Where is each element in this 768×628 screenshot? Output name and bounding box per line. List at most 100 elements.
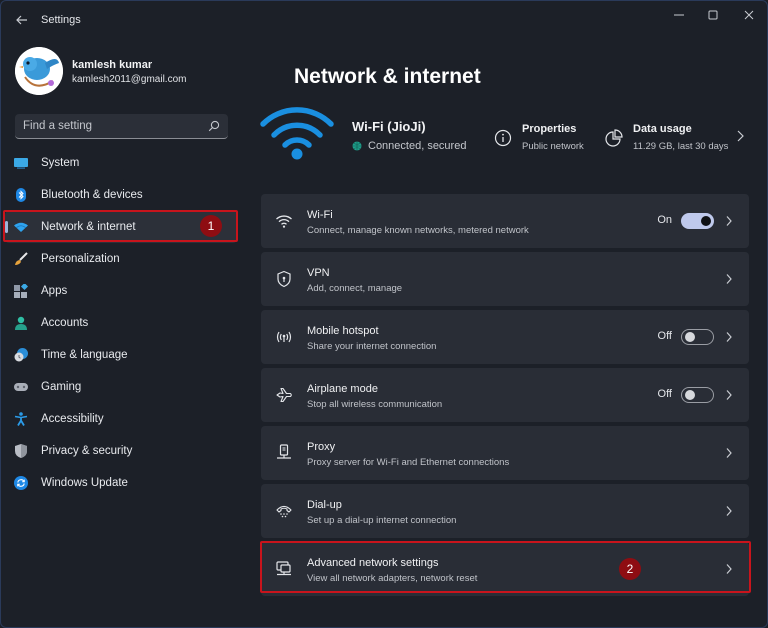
dialup-icon bbox=[276, 505, 292, 518]
wifi-toggle[interactable] bbox=[681, 213, 714, 229]
card-airplane-mode[interactable]: Airplane mode Stop all wireless communic… bbox=[261, 368, 749, 422]
card-subtitle: Set up a dial-up internet connection bbox=[307, 515, 457, 526]
card-vpn[interactable]: VPN Add, connect, manage bbox=[261, 252, 749, 306]
hotspot-icon bbox=[276, 331, 292, 343]
toggle-knob bbox=[685, 390, 695, 400]
sidebar-item-label: Accessibility bbox=[41, 413, 104, 425]
hotspot-toggle-label: Off bbox=[657, 330, 672, 342]
connection-status-text: Connected, secured bbox=[368, 140, 467, 152]
network-adapter-icon bbox=[276, 561, 291, 576]
back-arrow-icon bbox=[16, 15, 27, 25]
chevron-right-icon[interactable] bbox=[735, 129, 745, 143]
avatar[interactable] bbox=[15, 47, 63, 95]
card-subtitle: Add, connect, manage bbox=[307, 283, 403, 294]
sidebar-item-accessibility[interactable]: Accessibility bbox=[5, 403, 237, 435]
search-box bbox=[15, 114, 228, 139]
chevron-right-icon bbox=[726, 390, 732, 400]
card-advanced-network-settings[interactable]: Advanced network settings View all netwo… bbox=[261, 542, 749, 596]
chevron-right-icon bbox=[726, 448, 732, 458]
info-icon bbox=[494, 129, 512, 147]
proxy-icon bbox=[277, 444, 291, 459]
sidebar-item-label: Time & language bbox=[41, 349, 128, 361]
card-subtitle: Proxy server for Wi-Fi and Ethernet conn… bbox=[307, 457, 510, 468]
chevron-right-icon bbox=[726, 216, 732, 226]
card-title: Airplane mode bbox=[307, 383, 378, 395]
wifi-network-name: Wi-Fi (JioJi) bbox=[352, 119, 426, 134]
sidebar-nav: System Bluetooth & devices Network & int… bbox=[5, 147, 237, 499]
card-title: Advanced network settings bbox=[307, 557, 439, 569]
maximize-button[interactable] bbox=[695, 5, 731, 27]
wifi-icon bbox=[276, 215, 292, 228]
card-title: Mobile hotspot bbox=[307, 325, 379, 337]
scrollbar[interactable] bbox=[758, 181, 762, 601]
clock-globe-icon bbox=[14, 348, 28, 362]
sidebar-item-label: Accounts bbox=[41, 317, 89, 329]
card-dial-up[interactable]: Dial-up Set up a dial-up internet connec… bbox=[261, 484, 749, 538]
sidebar-item-accounts[interactable]: Accounts bbox=[5, 307, 237, 339]
properties-title: Properties bbox=[522, 123, 577, 135]
properties-link[interactable]: Properties Public network bbox=[494, 123, 584, 152]
card-subtitle: Stop all wireless communication bbox=[307, 399, 443, 410]
page-title: Network & internet bbox=[294, 65, 481, 88]
chevron-right-icon bbox=[726, 274, 732, 284]
card-proxy[interactable]: Proxy Proxy server for Wi-Fi and Etherne… bbox=[261, 426, 749, 480]
connection-status: Connected, secured bbox=[352, 140, 466, 152]
sidebar-item-gaming[interactable]: Gaming bbox=[5, 371, 237, 403]
toggle-knob bbox=[685, 332, 695, 342]
sidebar-item-privacy-security[interactable]: Privacy & security bbox=[5, 435, 237, 467]
search-icon[interactable] bbox=[208, 120, 220, 132]
annotation-badge-1: 1 bbox=[200, 215, 222, 237]
airplane-toggle[interactable] bbox=[681, 387, 714, 403]
sidebar-item-personalization[interactable]: Personalization bbox=[5, 243, 237, 275]
card-title: Proxy bbox=[307, 441, 336, 453]
sidebar-item-label: Network & internet bbox=[41, 221, 136, 233]
back-button[interactable] bbox=[11, 10, 33, 30]
sidebar-item-bluetooth[interactable]: Bluetooth & devices bbox=[5, 179, 237, 211]
airplane-toggle-label: Off bbox=[657, 388, 672, 400]
search-input[interactable] bbox=[23, 114, 203, 138]
title-bar: Settings bbox=[1, 1, 767, 41]
wifi-toggle-label: On bbox=[657, 214, 672, 226]
card-wifi[interactable]: Wi-Fi Connect, manage known networks, me… bbox=[261, 194, 749, 248]
sidebar-item-label: Bluetooth & devices bbox=[41, 189, 143, 201]
chevron-right-icon bbox=[726, 564, 732, 574]
sidebar-item-system[interactable]: System bbox=[5, 147, 237, 179]
wifi-icon bbox=[14, 220, 28, 234]
data-usage-subtitle: 11.29 GB, last 30 days bbox=[633, 141, 729, 152]
chevron-right-icon bbox=[726, 506, 732, 516]
data-usage-link[interactable]: Data usage 11.29 GB, last 30 days bbox=[605, 123, 728, 152]
apps-icon bbox=[14, 284, 28, 298]
sidebar-item-time-language[interactable]: Time & language bbox=[5, 339, 237, 371]
update-icon bbox=[14, 476, 28, 490]
card-mobile-hotspot[interactable]: Mobile hotspot Share your internet conne… bbox=[261, 310, 749, 364]
sidebar-item-apps[interactable]: Apps bbox=[5, 275, 237, 307]
system-icon bbox=[14, 156, 28, 170]
minimize-button[interactable] bbox=[661, 5, 697, 27]
person-icon bbox=[14, 316, 28, 330]
sidebar-item-label: Gaming bbox=[41, 381, 82, 393]
minimize-icon bbox=[674, 14, 684, 16]
properties-subtitle: Public network bbox=[522, 141, 584, 152]
gamepad-icon bbox=[14, 380, 28, 394]
sidebar-item-label: System bbox=[41, 157, 80, 169]
card-subtitle: Share your internet connection bbox=[307, 341, 437, 352]
shield-icon bbox=[14, 444, 28, 458]
globe-icon bbox=[352, 141, 362, 151]
settings-window: Settings kamlesh kumar kamlesh2011@gmail… bbox=[0, 0, 768, 628]
sidebar-item-windows-update[interactable]: Windows Update bbox=[5, 467, 237, 499]
accessibility-icon bbox=[14, 412, 28, 426]
card-subtitle: Connect, manage known networks, metered … bbox=[307, 225, 529, 236]
card-title: Wi-Fi bbox=[307, 209, 333, 221]
settings-list: Wi-Fi Connect, manage known networks, me… bbox=[261, 194, 749, 600]
airplane-icon bbox=[276, 387, 292, 403]
sidebar-item-label: Apps bbox=[41, 285, 68, 297]
hotspot-toggle[interactable] bbox=[681, 329, 714, 345]
annotation-badge-2: 2 bbox=[619, 558, 641, 580]
card-title: Dial-up bbox=[307, 499, 342, 511]
close-button[interactable] bbox=[731, 5, 767, 27]
vpn-shield-icon bbox=[277, 270, 291, 288]
toggle-knob bbox=[701, 216, 711, 226]
close-icon bbox=[744, 10, 754, 20]
sidebar-item-label: Windows Update bbox=[41, 477, 128, 489]
data-usage-title: Data usage bbox=[633, 123, 692, 135]
